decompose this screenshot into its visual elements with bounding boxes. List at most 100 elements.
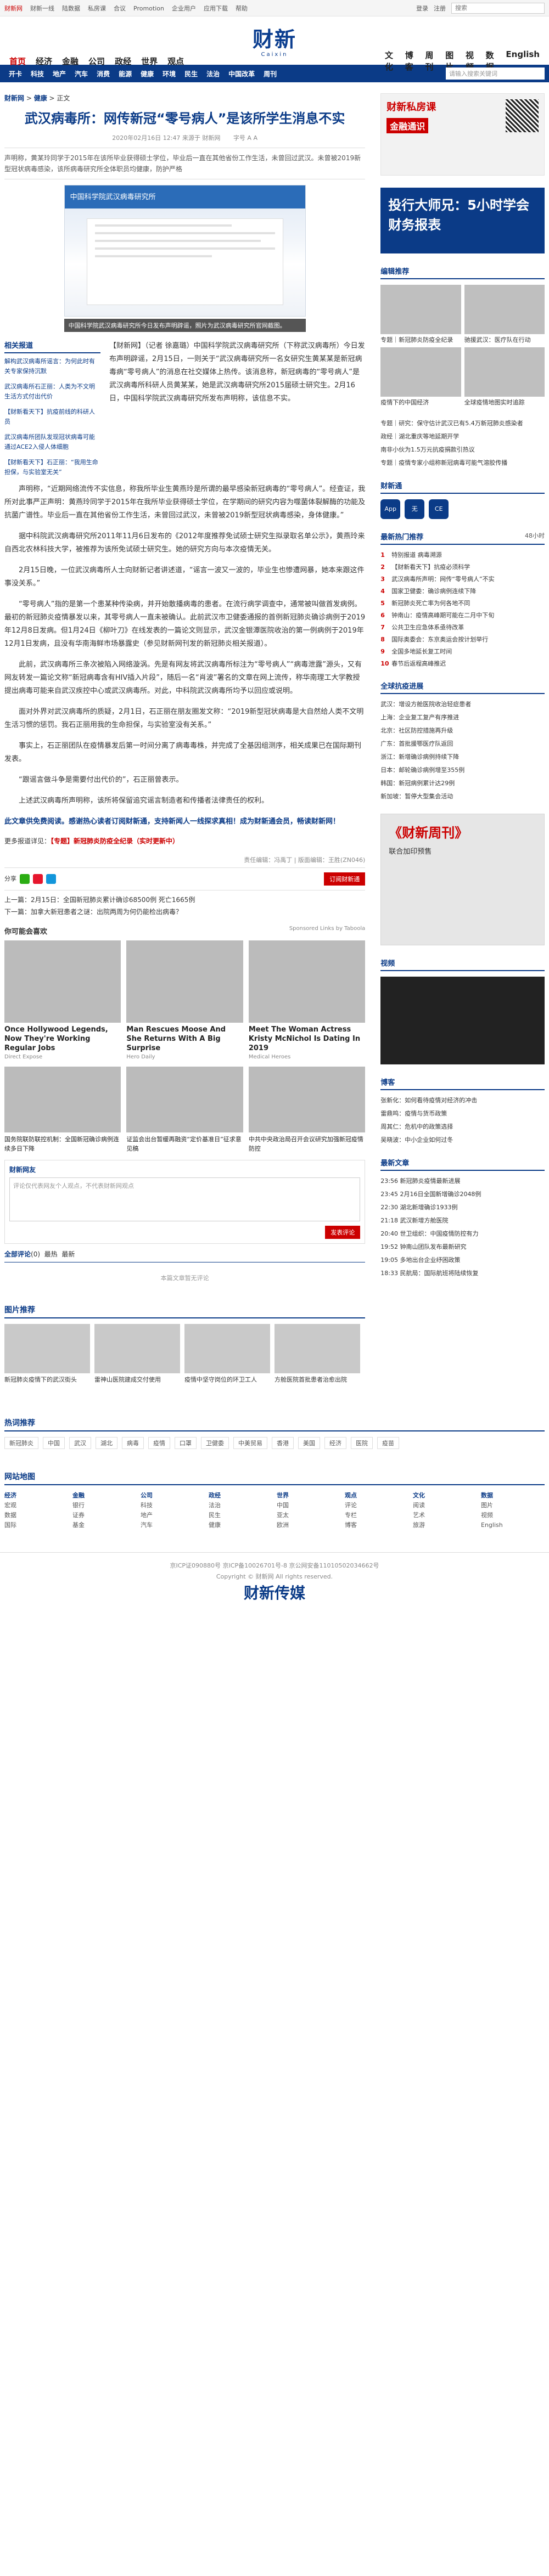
site-map-link[interactable]: 世界 bbox=[277, 1491, 340, 1501]
sub-nav-item[interactable]: 周刊 bbox=[259, 69, 281, 78]
editor-pick[interactable]: 疫情下的中国经济 bbox=[380, 347, 461, 407]
hot-tag[interactable]: 武汉 bbox=[69, 1437, 91, 1449]
news-tile[interactable]: 证监会出台暂缓再融资“定价基准日”征求意见稿 bbox=[126, 1067, 243, 1153]
editor-pick[interactable]: 全球疫情地图实时追踪 bbox=[464, 347, 545, 407]
qq-share-icon[interactable] bbox=[46, 874, 56, 884]
hot-comments-tab[interactable]: 最热 bbox=[44, 1250, 58, 1258]
news-link[interactable]: 日本：邮轮确诊病例增至355例 bbox=[380, 765, 545, 775]
rank-period[interactable]: 48小时 bbox=[525, 531, 545, 542]
crumb-site[interactable]: 财新网 bbox=[4, 94, 24, 102]
hot-tag[interactable]: 经济 bbox=[324, 1437, 346, 1449]
latest-link[interactable]: 19:52 钟南山团队发布最新研究 bbox=[380, 1242, 545, 1252]
site-map-link[interactable]: 法治 bbox=[209, 1501, 272, 1510]
hot-tag[interactable]: 湖北 bbox=[96, 1437, 117, 1449]
blog-link[interactable]: 雷鼎鸣：疫情与货币政策 bbox=[380, 1109, 545, 1119]
top-link[interactable]: 财新一线 bbox=[30, 5, 54, 12]
news-link[interactable]: 新加坡：暂停大型集会活动 bbox=[380, 792, 545, 802]
rank-item[interactable]: 10 春节后返程高峰推迟 bbox=[380, 659, 545, 668]
side-link[interactable]: 南非小伙为1.5万元抗疫捐款引热议 bbox=[380, 445, 545, 455]
site-map-link[interactable]: 科技 bbox=[141, 1501, 204, 1510]
news-link[interactable]: 武汉：增设方舱医院收治轻症患者 bbox=[380, 700, 545, 709]
sub-nav-item[interactable]: 消费 bbox=[92, 69, 114, 78]
hot-tag[interactable]: 中国 bbox=[43, 1437, 65, 1449]
site-map-link[interactable]: 观点 bbox=[345, 1491, 408, 1501]
rank-item[interactable]: 1 特别报道 病毒溯源 bbox=[380, 550, 545, 560]
site-map-link[interactable]: 公司 bbox=[141, 1491, 204, 1501]
editor-pick[interactable]: 驰援武汉：医疗队在行动 bbox=[464, 285, 545, 344]
site-map-link[interactable]: 基金 bbox=[72, 1520, 136, 1530]
prev-article-link[interactable]: 上一篇：2月15日：全国新冠肺炎累计确诊68500例 死亡1665例 bbox=[4, 894, 365, 906]
login-link[interactable]: 登录 bbox=[416, 4, 428, 13]
site-map-link[interactable]: 亚太 bbox=[277, 1510, 340, 1520]
picture-item[interactable]: 疫情中坚守岗位的环卫工人 bbox=[184, 1324, 270, 1384]
site-map-link[interactable]: 政经 bbox=[209, 1491, 272, 1501]
sub-nav-item[interactable]: 能源 bbox=[114, 69, 136, 78]
news-link[interactable]: 韩国：新冠病例累计达29例 bbox=[380, 779, 545, 788]
site-map-link[interactable]: 专栏 bbox=[345, 1510, 408, 1520]
crumb-section[interactable]: 健康 bbox=[34, 94, 47, 102]
subscription-note[interactable]: 此文章供免费阅读。感谢热心读者订阅财新通，支持新闻人一线探求真相！成为财新通会员… bbox=[4, 815, 365, 828]
rank-item[interactable]: 4 国家卫健委：确诊病例连续下降 bbox=[380, 587, 545, 596]
editor-pick[interactable]: 专题｜新冠肺炎防疫全纪录 bbox=[380, 285, 461, 344]
sponsored-tile[interactable]: Once Hollywood Legends, Now They're Work… bbox=[4, 940, 121, 1060]
site-map-link[interactable]: 旅游 bbox=[413, 1520, 477, 1530]
side-link[interactable]: 专题｜研究：保守估计武汉已有5.4万新冠肺炎感染者 bbox=[380, 419, 545, 429]
news-link[interactable]: 上海：企业复工复产有序推进 bbox=[380, 713, 545, 723]
subscribe-button[interactable]: 订阅财新通 bbox=[324, 872, 366, 886]
latest-link[interactable]: 19:05 多地出台企业纾困政策 bbox=[380, 1255, 545, 1265]
top-link[interactable]: Promotion bbox=[133, 5, 164, 12]
news-tile[interactable]: 中共中央政治局召开会议研究加强新冠疫情防控 bbox=[248, 1067, 366, 1153]
top-search-input[interactable] bbox=[451, 3, 545, 14]
sub-nav-item[interactable]: 民生 bbox=[180, 69, 202, 78]
site-map-link[interactable]: 汽车 bbox=[141, 1520, 204, 1530]
hot-tag[interactable]: 香港 bbox=[272, 1437, 294, 1449]
site-map-link[interactable]: 博客 bbox=[345, 1520, 408, 1530]
comment-textarea[interactable]: 评论仅代表网友个人观点，不代表财新网观点 bbox=[9, 1177, 361, 1221]
hot-tag[interactable]: 病毒 bbox=[122, 1437, 144, 1449]
sponsored-tile[interactable]: Man Rescues Moose And She Returns With A… bbox=[126, 940, 243, 1060]
app-icon[interactable]: CE bbox=[429, 499, 449, 519]
site-map-link[interactable]: 数据 bbox=[481, 1491, 545, 1501]
top-link[interactable]: 应用下载 bbox=[204, 5, 228, 12]
site-map-link[interactable]: 经济 bbox=[4, 1491, 68, 1501]
related-link[interactable]: 解构武汉病毒所谣言：为何此时有关专家保持沉默 bbox=[4, 357, 100, 376]
site-map-link[interactable]: 图片 bbox=[481, 1501, 545, 1510]
latest-link[interactable]: 18:33 民航局：国际航班将陆续恢复 bbox=[380, 1269, 545, 1278]
sponsor-label[interactable]: Sponsored Links by Taboola bbox=[289, 926, 365, 936]
more-link[interactable]: 【专题】新冠肺炎防疫全纪录（实时更新中） bbox=[51, 837, 179, 845]
news-link[interactable]: 广东：首批援鄂医疗队返回 bbox=[380, 739, 545, 749]
sub-nav-item[interactable]: 中国改革 bbox=[224, 69, 259, 78]
blog-link[interactable]: 吴晓波：中小企业如何过冬 bbox=[380, 1135, 545, 1145]
top-link[interactable]: 帮助 bbox=[236, 5, 248, 12]
top-link[interactable]: 企业用户 bbox=[172, 5, 196, 12]
news-tile[interactable]: 国务院联防联控机制：全国新冠确诊病例连续多日下降 bbox=[4, 1067, 121, 1153]
hot-tag[interactable]: 美国 bbox=[298, 1437, 320, 1449]
app-icon[interactable]: App bbox=[380, 499, 401, 519]
app-icon[interactable]: 无 bbox=[405, 499, 425, 519]
site-map-link[interactable]: 中国 bbox=[277, 1501, 340, 1510]
hot-tag[interactable]: 疫情 bbox=[148, 1437, 170, 1449]
side-link[interactable]: 专题｜疫情专家小组称新冠病毒可能气溶胶传播 bbox=[380, 458, 545, 468]
blog-link[interactable]: 周其仁：危机中的政策选择 bbox=[380, 1122, 545, 1132]
sub-nav-item[interactable]: 法治 bbox=[202, 69, 224, 78]
hot-tag[interactable]: 卫健委 bbox=[201, 1437, 229, 1449]
site-map-link[interactable]: 健康 bbox=[209, 1520, 272, 1530]
site-map-link[interactable]: 视频 bbox=[481, 1510, 545, 1520]
site-map-link[interactable]: 数据 bbox=[4, 1510, 68, 1520]
rank-item[interactable]: 5 新冠肺炎死亡率为何各地不同 bbox=[380, 599, 545, 608]
all-comments-tab[interactable]: 全部评论 bbox=[4, 1250, 31, 1258]
register-link[interactable]: 注册 bbox=[434, 4, 446, 13]
top-link[interactable]: 私房课 bbox=[88, 5, 106, 12]
course-ad[interactable]: 财新私房课 金融通识 bbox=[380, 93, 545, 176]
site-map-link[interactable]: 艺术 bbox=[413, 1510, 477, 1520]
related-link[interactable]: 武汉病毒所石正丽：人类为不文明生活方式付出代价 bbox=[4, 382, 100, 402]
sub-search-input[interactable]: 请输入搜索关键词 bbox=[446, 67, 545, 80]
rank-item[interactable]: 2 【财新看天下】抗疫必须科学 bbox=[380, 562, 545, 572]
news-link[interactable]: 浙江：新增确诊病例持续下降 bbox=[380, 752, 545, 762]
hot-tag[interactable]: 医院 bbox=[351, 1437, 373, 1449]
site-map-link[interactable]: 银行 bbox=[72, 1501, 136, 1510]
site-map-link[interactable]: 宏观 bbox=[4, 1501, 68, 1510]
site-map-link[interactable]: 阅读 bbox=[413, 1501, 477, 1510]
rank-item[interactable]: 8 国际奥委会：东京奥运会按计划举行 bbox=[380, 635, 545, 644]
hot-tag[interactable]: 疫苗 bbox=[377, 1437, 399, 1449]
